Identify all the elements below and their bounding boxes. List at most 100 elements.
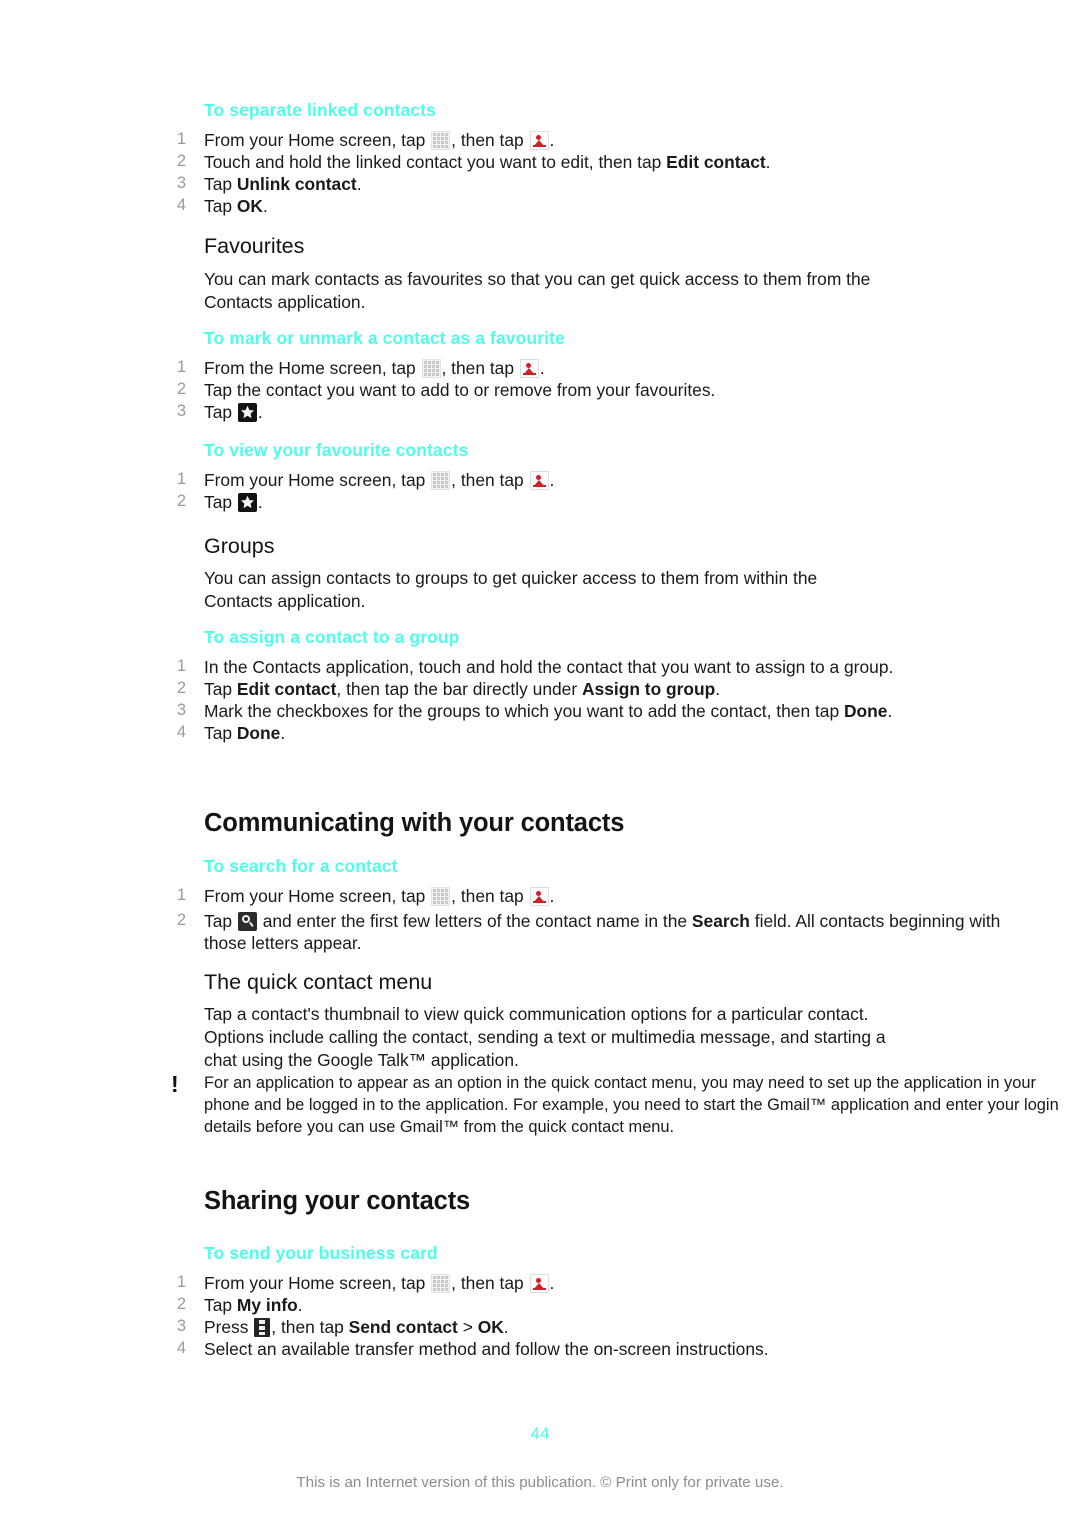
groups-body-wrap: You can assign contacts to groups to get… [0,567,1080,613]
step-text: From your Home screen, tap [204,469,431,490]
heading-quick-contact-menu: The quick contact menu [204,970,433,994]
step-text: Select an available transfer method and … [204,1339,769,1360]
step-number: 1 [176,1272,186,1291]
step-text: Press [204,1317,254,1338]
task-heading-search-contact: To search for a contact [204,856,398,876]
step-number: 1 [176,656,186,675]
step-bold-2: Send contact [348,1317,458,1338]
task-heading-view-favourites: To view your favourite contacts [204,440,469,460]
step-number: 2 [176,911,186,930]
step-text: Tap [204,1295,237,1316]
list-item: 1 From your Home screen, tap , then tap . [0,129,1080,151]
search-magnifier-icon [237,912,257,932]
note-text: For an application to appear as an optio… [204,1074,1059,1136]
section-groups: Groups [0,534,1080,560]
list-item: 3 Press , then tap Send contact > OK. [0,1316,1080,1338]
section-separate-linked-contacts: To separate linked contacts 1 From your H… [0,100,1080,218]
contacts-person-icon [519,358,539,378]
step-bold: Edit contact [236,679,337,700]
task-heading-separate-linked: To separate linked contacts [204,100,436,120]
section-mark-favourite: To mark or unmark a contact as a favouri… [0,328,1080,423]
step-number: 3 [176,1317,186,1336]
heading-groups: Groups [204,534,275,558]
list-item: 3 Mark the checkboxes for the groups to w… [0,700,1024,722]
list-item: 2 Touch and hold the linked contact you w… [0,151,1080,173]
step-text-post: . [280,723,286,744]
app-grid-icon [431,470,451,490]
list-item: 2 Tap Edit contact, then tap the bar dire… [0,678,1080,700]
step-text-post: . [297,1295,303,1316]
contacts-person-icon [529,1273,549,1293]
list-item: 1 In the Contacts application, touch and … [0,656,1059,678]
step-text: From your Home screen, tap [204,129,431,150]
section-favourites: Favourites [0,234,1080,260]
step-text-post: . [549,129,555,150]
step-text: Mark the checkboxes for the groups to wh… [204,701,844,722]
app-grid-icon [431,886,451,906]
step-bold: My info [236,1295,298,1316]
steps-mark-favourite: 1 From the Home screen, tap , then tap . … [0,357,1080,424]
paragraph-quick-contact-menu: Tap a contact's thumbnail to view quick … [204,1004,886,1070]
heading-favourites: Favourites [204,234,305,258]
step-text-mid: , then tap [451,885,529,906]
section-quick-contact-menu: The quick contact menu [0,970,1080,996]
list-item: 1 From your Home screen, tap , then tap . [0,885,1080,907]
step-number: 1 [176,129,186,148]
step-number: 4 [176,196,186,215]
section-business-card: To send your business card 1 From your Ho… [0,1243,1080,1361]
step-text-mid: and enter the first few letters of the c… [257,911,692,932]
quick-contact-body-wrap: Tap a contact's thumbnail to view quick … [0,1003,1080,1072]
task-heading-mark-favourite: To mark or unmark a contact as a favouri… [204,328,565,348]
manual-page: To separate linked contacts 1 From your H… [0,0,1080,1527]
favourites-body-wrap: You can mark contacts as favourites so t… [0,268,1080,314]
paragraph-favourites: You can mark contacts as favourites so t… [204,269,871,312]
step-text-mid-2: > [457,1317,478,1338]
step-text: From the Home screen, tap [204,357,421,378]
steps-separate-linked: 1 From your Home screen, tap , then tap .… [0,129,1080,218]
step-text: Tap the contact you want to add to or re… [204,380,716,401]
step-text-post: . [549,885,555,906]
section-communicating: Communicating with your contacts [0,808,1080,839]
step-text: Tap [204,723,237,744]
step-text: Tap [204,492,237,513]
step-number: 3 [176,701,186,720]
list-item: 2 Tap the contact you want to add to or r… [0,379,1080,401]
step-text-mid: , then tap [441,357,519,378]
options-menu-icon [254,1318,271,1338]
steps-search-contact: 1 From your Home screen, tap , then tap .… [0,885,1080,955]
step-number: 3 [176,402,186,421]
step-number: 2 [176,380,186,399]
section-search-contact: To search for a contact 1 From your Home … [0,856,1080,954]
step-text-post: . [503,1317,509,1338]
step-text-post: . [257,402,263,423]
heading-sharing: Sharing your contacts [204,1187,471,1215]
list-item: 2 Tap and enter the first few letters of … [0,910,1044,954]
step-text: Touch and hold the linked contact you wa… [204,152,667,173]
step-bold: Done [843,701,888,722]
step-number: 2 [176,152,186,171]
step-bold: Edit contact [666,152,766,173]
step-text: From your Home screen, tap [204,885,431,906]
section-view-favourites: To view your favourite contacts 1 From yo… [0,440,1080,513]
contacts-person-icon [529,470,549,490]
step-text: Tap [204,911,237,932]
paragraph-groups: You can assign contacts to groups to get… [204,568,818,611]
step-number: 2 [176,492,186,511]
list-item: 2 Tap My info. [0,1294,1080,1316]
step-text-post: . [887,701,893,722]
list-item: 3 Tap . [0,401,1080,423]
step-number: 3 [176,174,186,193]
step-text: Tap [204,196,237,217]
step-bold-2: Assign to group [581,679,716,700]
note-block: ! For an application to appear as an opti… [0,1073,1080,1138]
step-bold: Unlink contact [236,174,357,195]
step-text-post: . [539,357,545,378]
list-item: 1 From the Home screen, tap , then tap . [0,357,1080,379]
step-text-mid: , then tap [271,1317,349,1338]
step-bold: Done [236,723,281,744]
step-text-post: . [549,1272,555,1293]
steps-business-card: 1 From your Home screen, tap , then tap .… [0,1272,1080,1361]
list-item: 1 From your Home screen, tap , then tap . [0,1272,1080,1294]
note-callout: ! For an application to appear as an opti… [0,1073,1080,1138]
step-text-mid: , then tap [451,129,529,150]
